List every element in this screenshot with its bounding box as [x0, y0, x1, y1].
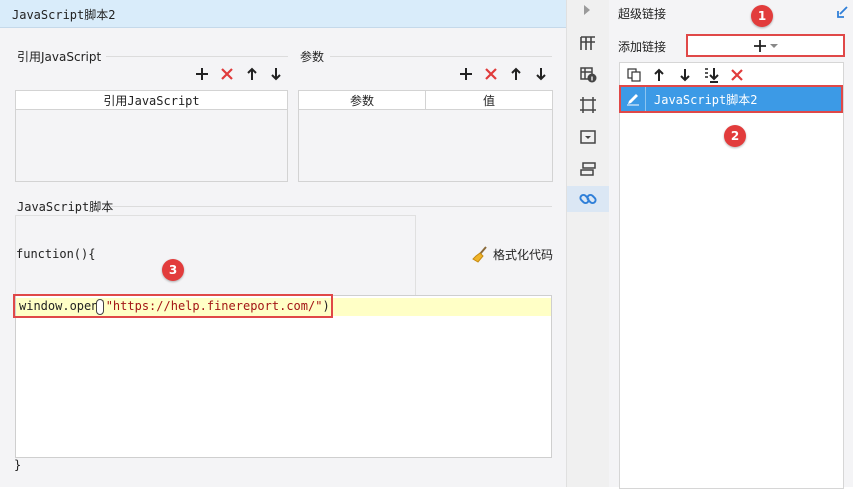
copy-icon [627, 68, 641, 82]
broom-icon [472, 246, 487, 263]
param-add-button[interactable] [456, 64, 476, 84]
tab-cell-info[interactable] [575, 61, 601, 87]
tab-border[interactable] [575, 92, 601, 118]
copy-link-button[interactable] [624, 65, 644, 85]
section-divider [106, 56, 288, 57]
move-to-bottom-icon [705, 68, 719, 83]
ref-move-down-button[interactable] [266, 64, 286, 84]
caret-right-icon [584, 5, 590, 15]
frame-icon [580, 97, 596, 113]
params-table[interactable]: 参数 值 [298, 90, 553, 182]
params-section-label: 参数 [300, 50, 325, 64]
annotation-marker-1: 1 [751, 5, 773, 27]
annotation-marker-2: 2 [724, 125, 746, 147]
apply-button[interactable] [835, 5, 849, 22]
table-grid-icon [580, 36, 595, 50]
hyperlink-panel: 超级链接 添加链接 1 JavaScript脚本2 2 [609, 0, 853, 489]
plus-icon [460, 68, 472, 80]
arrow-up-icon [511, 67, 521, 80]
param-move-up-button[interactable] [506, 64, 526, 84]
delete-icon [485, 68, 497, 80]
script-section-label: JavaScript脚本 [17, 200, 114, 214]
format-code-label: 格式化代码 [493, 247, 554, 262]
arrow-up-icon [654, 68, 664, 81]
arrow-down-icon [271, 68, 281, 81]
script-editor-panel: JavaScript脚本2 引用JavaScript 引用JavaScript … [0, 0, 566, 487]
tab-hyperlink[interactable] [567, 186, 609, 212]
ref-js-section-label: 引用JavaScript [17, 50, 102, 64]
panel-title-bar: JavaScript脚本2 [0, 0, 566, 28]
tab-condition[interactable] [575, 156, 601, 182]
highlight-box-add-link [686, 34, 845, 57]
ref-js-table[interactable]: 引用JavaScript [15, 90, 288, 182]
arrow-down-icon [536, 68, 546, 81]
params-table-header: 参数 值 [299, 91, 552, 110]
tab-widget[interactable] [575, 124, 601, 150]
column-header-value[interactable]: 值 [426, 91, 552, 109]
hyperlink-panel-title: 超级链接 [618, 7, 667, 21]
highlight-box-code [13, 294, 333, 318]
dropdown-widget-icon [580, 130, 596, 144]
condition-attributes-icon [580, 162, 596, 176]
table-info-icon [580, 67, 597, 83]
link-move-up-button[interactable] [649, 65, 669, 85]
panel-title: JavaScript脚本2 [12, 8, 116, 22]
collapse-arrow-button[interactable] [582, 4, 592, 19]
function-footer: } [14, 458, 22, 472]
param-delete-button[interactable] [481, 64, 501, 84]
format-code-button[interactable]: 格式化代码 [471, 245, 553, 263]
highlight-box-link-item [619, 85, 843, 113]
checkmark-icon [837, 6, 848, 18]
tab-cell-attributes[interactable] [575, 30, 601, 56]
section-divider [330, 56, 552, 57]
link-move-down-button[interactable] [675, 65, 695, 85]
link-move-bottom-button[interactable] [701, 65, 721, 85]
code-editor[interactable]: window.open("https://help.finereport.com… [15, 295, 552, 458]
link-delete-button[interactable] [727, 65, 747, 85]
delete-icon [731, 69, 743, 81]
ref-js-table-header: 引用JavaScript [16, 91, 287, 110]
link-icon [579, 193, 597, 205]
arrow-down-icon [680, 69, 690, 82]
section-divider [110, 206, 552, 207]
param-move-down-button[interactable] [531, 64, 551, 84]
column-header[interactable]: 引用JavaScript [16, 91, 287, 109]
ref-move-up-button[interactable] [242, 64, 262, 84]
add-link-label: 添加链接 [618, 40, 667, 54]
plus-icon [196, 68, 208, 80]
ref-delete-button[interactable] [217, 64, 237, 84]
delete-icon [221, 68, 233, 80]
ref-add-button[interactable] [192, 64, 212, 84]
property-tab-strip [566, 0, 610, 487]
annotation-marker-3: 3 [162, 259, 184, 281]
column-header-param[interactable]: 参数 [299, 91, 426, 109]
function-header: function(){ [16, 247, 96, 261]
arrow-up-icon [247, 67, 257, 80]
